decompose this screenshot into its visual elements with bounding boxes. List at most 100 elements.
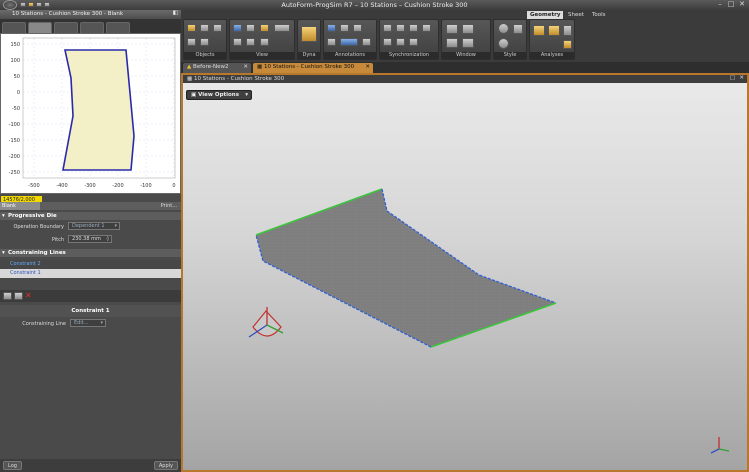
- close-icon[interactable]: ✕: [243, 64, 248, 70]
- x-tick-label: -200: [112, 183, 123, 189]
- select-icon[interactable]: [233, 24, 242, 32]
- constraining-line-label: Constraining Line: [22, 321, 66, 327]
- note-icon[interactable]: [353, 24, 362, 32]
- constraining-lines-section[interactable]: ▾ Constraining Lines: [0, 249, 181, 257]
- y-tick-label: 150: [10, 42, 20, 48]
- tab-before-new2[interactable]: ▲ Before-New2 ✕: [183, 63, 251, 73]
- close-icon[interactable]: ✕: [737, 1, 747, 9]
- y-tick-label: -250: [9, 170, 20, 176]
- document-tabs: ▲ Before-New2 ✕ ▦ 10 Stations - Cushion …: [181, 62, 749, 73]
- tile-vertical-icon[interactable]: [462, 24, 474, 34]
- blank-tab-bar: Blank Print...: [0, 202, 181, 210]
- shading-icon[interactable]: [498, 23, 509, 34]
- orientation-triad-icon[interactable]: [248, 307, 284, 338]
- edit-constraint-icon[interactable]: [14, 292, 23, 300]
- tab-tools[interactable]: Tools: [589, 11, 609, 19]
- constraint-1-item: Constraint 1: [10, 270, 41, 276]
- objects-group: Objects: [183, 19, 227, 60]
- pitch-value: 230.38 mm: [72, 236, 101, 242]
- sync-view-icon[interactable]: [396, 24, 405, 32]
- sheet-mesh: [256, 189, 556, 347]
- maximize-icon[interactable]: □: [726, 1, 736, 9]
- sync-icon[interactable]: [383, 24, 392, 32]
- warning-icon: ▲: [187, 64, 192, 70]
- list-item[interactable]: Constraint 2: [0, 260, 181, 269]
- operation-boundary-value: Dependent 1: [72, 223, 105, 229]
- sync-time-icon[interactable]: [396, 38, 405, 46]
- tab-blank[interactable]: Blank: [0, 202, 40, 210]
- x-tick-label: 0: [172, 183, 175, 189]
- sheet-icon[interactable]: [200, 38, 209, 46]
- part-icon[interactable]: [213, 24, 222, 32]
- view-front-icon[interactable]: [260, 38, 269, 46]
- style-icon[interactable]: [513, 24, 523, 34]
- sync-zoom-icon[interactable]: [409, 24, 418, 32]
- panel-collapse-icon[interactable]: ◧: [173, 10, 178, 16]
- view-group-label: View: [230, 52, 294, 59]
- apply-label: Apply: [158, 463, 173, 469]
- minimize-icon[interactable]: –: [715, 1, 725, 9]
- sync-cut-icon[interactable]: [422, 24, 431, 32]
- pan-icon[interactable]: [246, 38, 255, 46]
- probe-icon[interactable]: [563, 25, 572, 36]
- operation-boundary-select[interactable]: Dependent 1 ▾: [68, 222, 120, 230]
- analysis-icon[interactable]: [533, 25, 545, 36]
- dimension-icon[interactable]: [327, 38, 336, 46]
- cube-icon[interactable]: [187, 38, 196, 46]
- fit-icon[interactable]: [233, 38, 242, 46]
- y-tick-label: 0: [17, 90, 20, 96]
- tab-10-stations[interactable]: ▦ 10 Stations - Cushion Stroke 300 ✕: [253, 63, 373, 73]
- section-icon[interactable]: [548, 25, 560, 36]
- constraint-toolbar: ✕: [0, 290, 181, 302]
- measure-icon[interactable]: [340, 38, 358, 46]
- blank-outline-plot[interactable]: 150 100 50 0 -50 -100 -150 -200 -250 -500 -400 -30…: [0, 33, 181, 194]
- x-tick-label: -100: [140, 183, 151, 189]
- collapse-triangle-icon[interactable]: ▾: [2, 250, 5, 256]
- grid-icon[interactable]: [462, 38, 474, 48]
- zoom-icon[interactable]: [260, 24, 269, 32]
- material-icon[interactable]: [498, 38, 509, 49]
- constraining-line-select[interactable]: Edit... ▾: [70, 319, 106, 327]
- y-tick-label: 50: [14, 74, 20, 80]
- apply-button[interactable]: Apply: [153, 461, 178, 470]
- clock-icon[interactable]: [383, 38, 392, 46]
- annotate-icon[interactable]: [327, 24, 336, 32]
- window-title: AutoForm-ProgSim R7 – 10 Stations – Cush…: [281, 1, 468, 9]
- tab-geometry[interactable]: Geometry: [527, 11, 564, 19]
- print-button[interactable]: Print...: [161, 203, 177, 209]
- y-tick-label: -100: [9, 122, 20, 128]
- tile-icon[interactable]: [446, 24, 458, 34]
- stepper-icon[interactable]: ◊: [107, 236, 109, 242]
- tab-sheet[interactable]: Sheet: [565, 11, 587, 19]
- tab-before-new2-label: Before-New2: [192, 64, 229, 70]
- progressive-die-section[interactable]: ▾ Progressive Die: [0, 212, 181, 220]
- cascade-icon[interactable]: [446, 38, 458, 48]
- style-group: Style: [493, 19, 527, 60]
- delete-icon[interactable]: ✕: [25, 291, 32, 300]
- chevron-down-icon: ▾: [114, 223, 117, 229]
- ribbon: Geometry Sheet Tools Objects View Dyna A…: [181, 10, 749, 62]
- list-item[interactable]: Constraint 1: [0, 269, 181, 278]
- operation-boundary-label: Operation Boundary: [13, 224, 64, 230]
- open-icon[interactable]: [187, 24, 196, 32]
- flag-icon[interactable]: [563, 40, 572, 49]
- 3d-viewport[interactable]: ▦ 10 Stations - Cushion Stroke 300 □ ✕ ▣…: [181, 73, 749, 472]
- y-tick-label: -150: [9, 138, 20, 144]
- dyna-icon[interactable]: [301, 26, 317, 42]
- label-icon[interactable]: [362, 38, 371, 46]
- folder-icon[interactable]: [200, 24, 209, 32]
- pitch-label: Pitch: [51, 237, 64, 243]
- view-direction-icon[interactable]: [274, 24, 290, 32]
- arrow-icon[interactable]: [340, 24, 349, 32]
- collapse-triangle-icon[interactable]: ▾: [2, 213, 5, 219]
- constraining-line-value: Edit...: [74, 320, 89, 326]
- sync-result-icon[interactable]: [409, 38, 418, 46]
- x-tick-label: -500: [28, 183, 39, 189]
- view-group: View: [229, 19, 295, 60]
- rotate-icon[interactable]: [246, 24, 255, 32]
- add-constraint-icon[interactable]: [3, 292, 12, 300]
- left-panel: 10 Stations - Cushion Stroke 300 - Blank…: [0, 10, 181, 472]
- log-button[interactable]: Log: [3, 461, 22, 470]
- pitch-input[interactable]: 230.38 mm ◊: [68, 235, 112, 243]
- close-icon[interactable]: ✕: [365, 64, 370, 70]
